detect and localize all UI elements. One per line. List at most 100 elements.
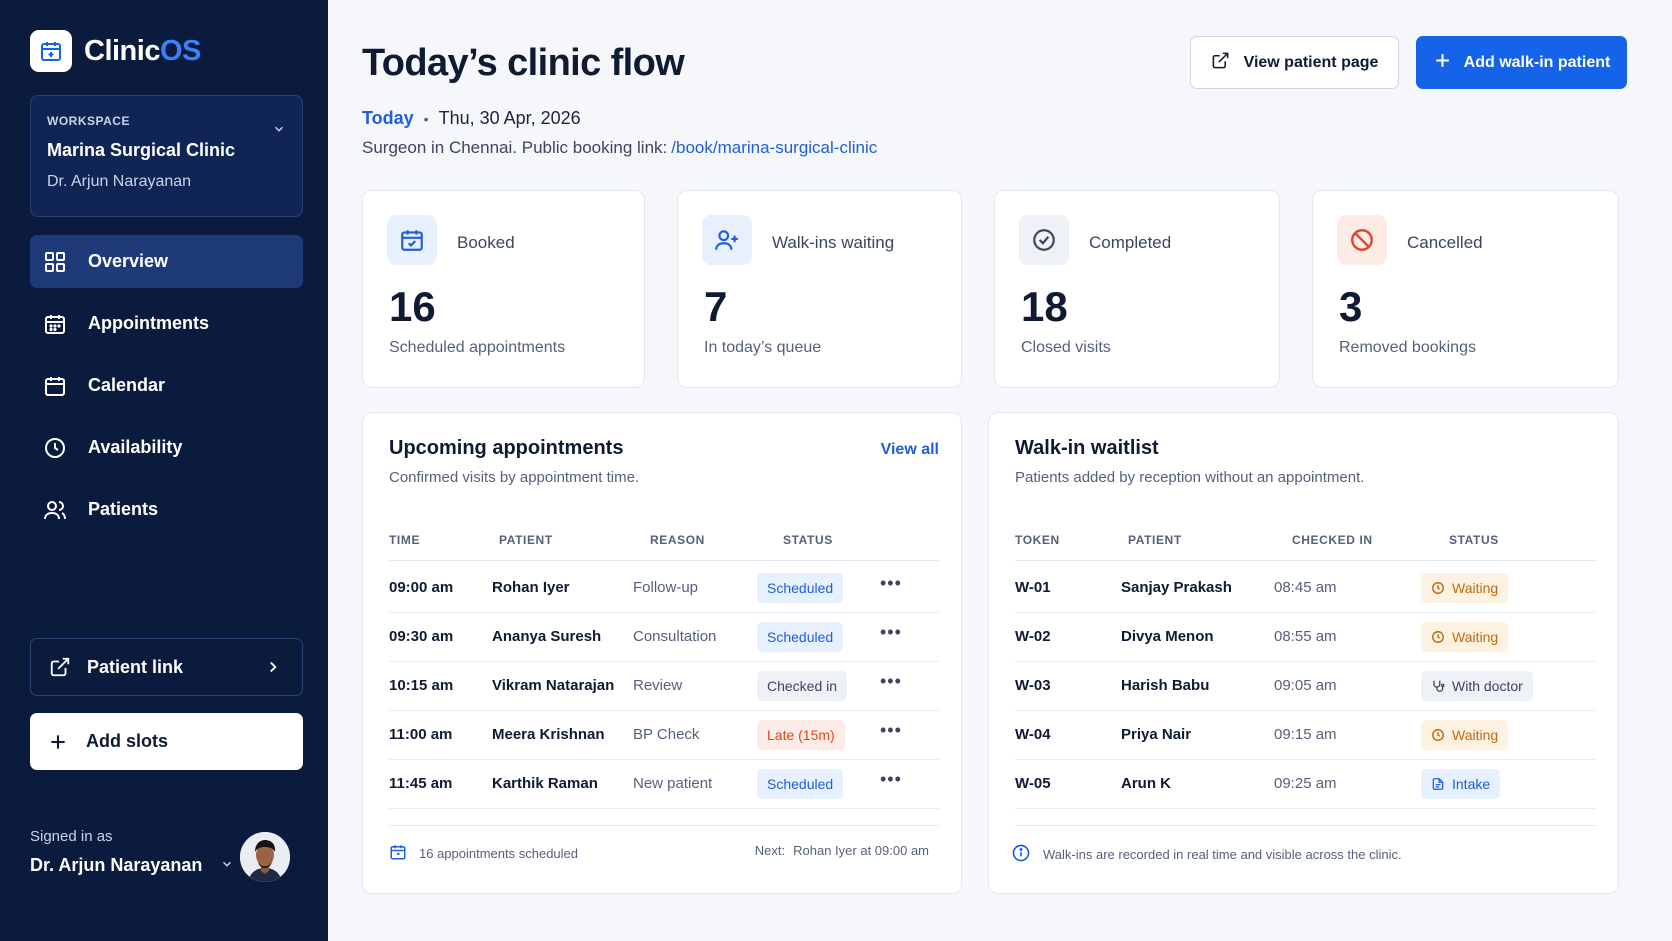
patient-name[interactable]: Arun K [1121,775,1171,792]
appointment-time: 11:45 am [389,775,453,792]
token: W-04 [1015,726,1051,743]
patient-name[interactable]: Divya Menon [1121,628,1214,645]
patient-name[interactable]: Meera Krishnan [492,726,605,743]
clinic-logo-icon [30,30,72,72]
brand[interactable]: ClinicOS [30,30,201,72]
patient-name[interactable]: Ananya Suresh [492,628,601,645]
sidebar-item-patients[interactable]: Patients [30,483,303,536]
table-row[interactable]: W-01 Sanjay Prakash 08:45 am Waiting [1015,561,1596,613]
today-label[interactable]: Today [362,108,414,129]
stat-desc: Removed bookings [1339,339,1476,356]
status-badge: Scheduled [757,622,844,652]
more-actions-icon[interactable]: ••• [880,573,902,594]
status-badge: Waiting [1421,720,1509,750]
add-slots-label: Add slots [86,731,169,751]
stat-label: Walk-ins waiting [772,233,895,252]
sidebar: ClinicOS WORKSPACE Marina Surgical Clini… [0,0,328,941]
column-header[interactable]: STATUS [783,533,833,547]
ban-icon [1337,215,1387,265]
status-badge: Scheduled [757,769,844,799]
column-header[interactable]: CHECKED IN [1292,533,1373,547]
add-walkin-button[interactable]: Add walk-in patient [1416,36,1627,89]
sidebar-item-calendar[interactable]: Calendar [30,359,303,412]
clock-icon [1431,581,1445,595]
table-row[interactable]: 09:30 am Ananya Suresh Consultation Schedul… [389,610,939,662]
checked-in-time: 09:25 am [1274,775,1337,792]
table-row[interactable]: W-02 Divya Menon 08:55 am Waiting [1015,610,1596,662]
table-row[interactable]: 09:00 am Rohan Iyer Follow-up Scheduled ••• [389,561,939,613]
patient-name[interactable]: Karthik Raman [492,775,598,792]
walkin-waitlist-panel: Walk-in waitlist Patients added by recep… [988,412,1619,894]
more-actions-icon[interactable]: ••• [880,720,902,741]
more-actions-icon[interactable]: ••• [880,622,902,643]
patient-name[interactable]: Sanjay Prakash [1121,579,1232,596]
more-actions-icon[interactable]: ••• [880,671,902,692]
appointments-count-text: 16 appointments scheduled [419,846,579,861]
table-row[interactable]: W-05 Arun K 09:25 am Intake [1015,757,1596,809]
panel-divider [389,825,939,826]
appointment-time: 10:15 am [389,677,454,694]
waitlist-note-text: Walk-ins are recorded in real time and v… [1043,847,1402,862]
add-slots-button[interactable]: Add slots [30,713,303,770]
table-row[interactable]: W-03 Harish Babu 09:05 am With doctor [1015,659,1596,711]
column-header[interactable]: TIME [389,533,420,547]
column-header[interactable]: PATIENT [1128,533,1182,547]
sidebar-item-appointments[interactable]: Appointments [30,297,303,350]
subtitle-text: Surgeon in Chennai. Public booking link: [362,138,668,157]
patient-name[interactable]: Rohan Iyer [492,579,570,596]
stat-value: 3 [1339,283,1363,330]
sidebar-item-label: Patients [88,499,159,519]
more-actions-icon[interactable]: ••• [880,769,902,790]
workspace-switcher[interactable]: WORKSPACE Marina Surgical Clinic Dr. Arj… [30,95,303,217]
stat-card-walkins[interactable]: Walk-ins waiting 7 In today’s queue [677,190,962,388]
table-row[interactable]: 11:00 am Meera Krishnan BP Check Late (15m)… [389,708,939,760]
sidebar-item-availability[interactable]: Availability [30,421,303,474]
stat-card-booked[interactable]: Booked 16 Scheduled appointments [362,190,645,388]
booking-link[interactable]: /book/marina-surgical-clinic [671,138,877,157]
table-row[interactable]: W-04 Priya Nair 09:15 am Waiting [1015,708,1596,760]
status-badge: Intake [1421,769,1501,799]
checked-in-time: 08:55 am [1274,628,1337,645]
grid-icon [42,249,68,275]
view-patient-page-button[interactable]: View patient page [1190,36,1399,89]
next-label: Next: [754,843,786,858]
view-all-link[interactable]: View all [881,441,939,459]
stat-value: 18 [1021,283,1068,330]
column-header[interactable]: STATUS [1449,533,1499,547]
upcoming-appointments-panel: Upcoming appointments Confirmed visits b… [362,412,962,894]
patient-name[interactable]: Vikram Natarajan [492,677,614,694]
info-icon [1011,843,1031,866]
signed-in-user[interactable]: Signed in as Dr. Arjun Narayanan [30,828,234,876]
column-header[interactable]: REASON [650,533,705,547]
next-value: Rohan Iyer at 09:00 am [793,843,929,858]
chevron-down-icon [220,855,234,876]
avatar[interactable] [240,832,290,882]
column-header[interactable]: TOKEN [1015,533,1060,547]
appointment-time: 11:00 am [389,726,453,743]
patient-link-button[interactable]: Patient link [30,638,303,696]
table-row[interactable]: 10:15 am Vikram Natarajan Review Checked in… [389,659,939,711]
checked-in-time: 09:15 am [1274,726,1337,743]
appointment-reason: BP Check [633,726,700,743]
patient-link-label: Patient link [87,656,184,677]
sidebar-item-overview[interactable]: Overview [30,235,303,288]
token: W-02 [1015,628,1051,645]
next-appointment: Next: Rohan Iyer at 09:00 am [755,843,929,858]
plus-icon [1433,51,1452,75]
table-header: TOKEN PATIENT CHECKED IN STATUS [1015,521,1596,561]
brand-name: ClinicOS [84,34,201,67]
stat-desc: Scheduled appointments [389,339,566,356]
patient-name[interactable]: Priya Nair [1121,726,1191,743]
stat-card-completed[interactable]: Completed 18 Closed visits [994,190,1280,388]
column-header[interactable]: PATIENT [499,533,553,547]
stat-card-cancelled[interactable]: Cancelled 3 Removed bookings [1312,190,1619,388]
status-badge: Late (15m) [757,720,845,750]
table-header: TIME PATIENT REASON STATUS [389,521,939,561]
status-badge: Scheduled [757,573,844,603]
patient-name[interactable]: Harish Babu [1121,677,1209,694]
table-row[interactable]: 11:45 am Karthik Raman New patient Schedule… [389,757,939,809]
signed-in-label: Signed in as [30,828,113,845]
workspace-caption: WORKSPACE [47,114,130,128]
clock-icon [42,435,68,461]
external-link-icon [1211,51,1230,75]
